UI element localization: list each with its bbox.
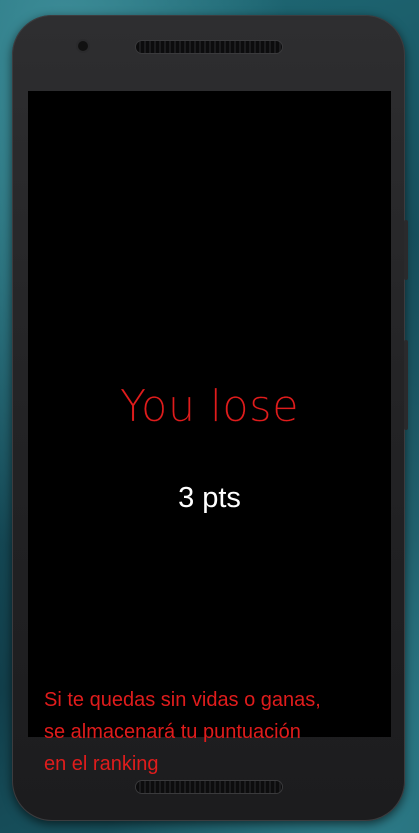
hint-line-1: Si te quedas sin vidas o ganas, — [44, 689, 321, 711]
hint-line-3: en el ranking — [44, 753, 159, 775]
power-button — [404, 220, 408, 280]
top-speaker-grille — [136, 41, 282, 53]
hint-line-2: se almacenará tu puntuación — [44, 721, 301, 743]
ranking-hint-text: Si te quedas sin vidas o ganas, se almac… — [44, 684, 384, 780]
score-label: 3 pts — [178, 482, 241, 514]
volume-button — [404, 340, 408, 430]
front-camera-icon — [78, 41, 88, 51]
game-over-title: You lose — [119, 381, 300, 432]
game-screen: You lose 3 pts — [28, 91, 391, 737]
bottom-speaker-grille — [136, 781, 282, 793]
